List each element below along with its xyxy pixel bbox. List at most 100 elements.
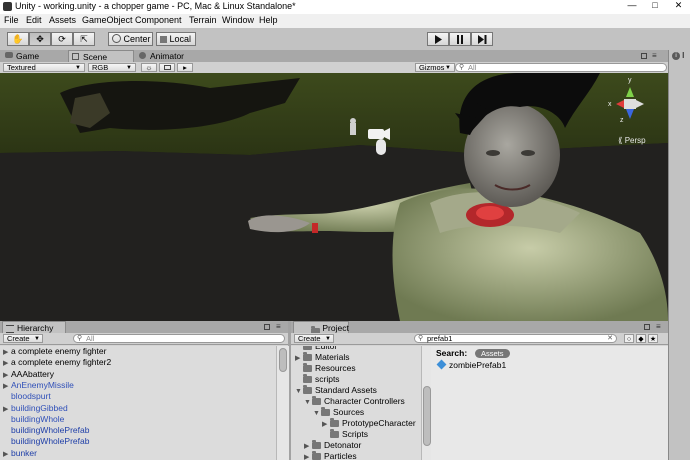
hierarchy-item[interactable]: ▶ AnEnemyMissile <box>3 380 74 391</box>
pause-button[interactable] <box>449 32 471 46</box>
audio-toggle[interactable]: ▸ <box>177 63 193 72</box>
gizmos-dropdown[interactable]: Gizmos ▼ <box>415 63 455 72</box>
close-button[interactable]: ✕ <box>667 0 690 13</box>
scene-tab-bar: Game Scene Animator ≡ <box>0 50 668 62</box>
project-folder-item[interactable]: scripts <box>295 374 340 385</box>
hierarchy-scrollbar[interactable] <box>276 346 289 460</box>
unity-logo-icon <box>3 2 12 11</box>
project-folder-item[interactable]: Scripts <box>322 429 368 440</box>
expand-arrow-icon[interactable]: ▶ <box>304 452 312 460</box>
hierarchy-create-dropdown[interactable]: Create ▼ <box>3 334 43 343</box>
lock-icon[interactable] <box>264 324 270 330</box>
scale-tool-button[interactable]: ⇱ <box>73 32 95 46</box>
pivot-icon <box>112 34 121 43</box>
tab-animator-label: Animator <box>150 51 185 61</box>
hierarchy-item[interactable]: ▶ bunker <box>3 448 37 459</box>
project-folder-item[interactable]: Resources <box>295 363 356 374</box>
menu-terrain[interactable]: Terrain <box>189 15 217 25</box>
hierarchy-item-label: a complete enemy fighter <box>11 346 107 356</box>
step-button[interactable] <box>471 32 493 46</box>
filter-by-label-icon[interactable]: ◆ <box>636 334 646 343</box>
menu-help[interactable]: Help <box>259 15 278 25</box>
tab-inspector[interactable]: I <box>682 50 684 60</box>
menu-edit[interactable]: Edit <box>26 15 42 25</box>
hierarchy-item[interactable]: buildingWholePrefab <box>3 425 89 436</box>
render-mode-label: Textured <box>7 63 36 72</box>
hierarchy-search-input[interactable]: ⚲ All <box>73 334 285 343</box>
hierarchy-item-label: bloodspurt <box>11 391 51 402</box>
menu-file[interactable]: File <box>4 15 19 25</box>
hand-tool-button[interactable]: ✋ <box>7 32 29 46</box>
play-button[interactable] <box>427 32 449 46</box>
image-toggle[interactable] <box>159 63 175 72</box>
menu-component[interactable]: Component <box>135 15 182 25</box>
rotate-tool-button[interactable]: ⟳ <box>51 32 73 46</box>
lock-icon[interactable] <box>644 324 650 330</box>
dropdown-arrow-icon: ▼ <box>445 65 451 71</box>
orientation-gizmo[interactable]: y x z <box>606 77 654 129</box>
scene-view[interactable]: y x z ⟪ Persp <box>0 73 668 321</box>
project-folder-item[interactable]: ▼ Standard Assets <box>295 385 377 396</box>
project-tab-bar: Project ≡ <box>291 321 668 335</box>
hierarchy-scroll-thumb[interactable] <box>279 348 287 372</box>
expand-arrow-icon[interactable]: ▶ <box>3 449 11 460</box>
clear-search-icon[interactable]: ✕ <box>607 335 613 342</box>
pivot-center-toggle[interactable]: Center <box>108 32 153 46</box>
hierarchy-item[interactable]: ▶ a complete enemy fighter <box>3 346 106 357</box>
tab-game[interactable]: Game <box>2 50 66 62</box>
axis-z-label: z <box>620 117 624 124</box>
project-folder-label: Particles <box>324 451 357 460</box>
panel-options-icon[interactable]: ≡ <box>276 323 281 331</box>
tab-project[interactable]: Project <box>293 321 349 335</box>
expand-arrow-icon[interactable]: ▼ <box>295 386 303 397</box>
hierarchy-item[interactable]: ▶ buildingGibbed <box>3 403 68 414</box>
axis-y-label: y <box>628 77 632 84</box>
project-result-item[interactable]: zombiePrefab1 <box>436 359 506 371</box>
panel-options-icon[interactable]: ≡ <box>656 323 661 331</box>
hierarchy-item[interactable]: buildingWholePrefab <box>3 436 89 447</box>
save-search-star-icon[interactable]: ★ <box>648 334 658 343</box>
main-toolbar: ✋ ✥ ⟳ ⇱ Center Local <box>0 28 690 51</box>
project-folder-item[interactable]: ▶ PrototypeCharacter <box>322 418 416 429</box>
inspector-panel: i I <box>668 50 690 460</box>
project-tree-scroll-thumb[interactable] <box>423 386 431 446</box>
project-folder-item[interactable]: ▼ Character Controllers <box>304 396 405 407</box>
color-mode-dropdown[interactable]: RGB ▼ <box>88 63 136 72</box>
hierarchy-item[interactable]: bloodspurt <box>3 391 51 402</box>
hierarchy-item[interactable]: buildingWhole <box>3 414 64 425</box>
expand-arrow-icon[interactable]: ▼ <box>304 397 312 408</box>
menu-gameobject[interactable]: GameObject <box>82 15 133 25</box>
tab-hierarchy[interactable]: Hierarchy <box>2 321 66 333</box>
render-mode-dropdown[interactable]: Textured ▼ <box>3 63 85 72</box>
filter-by-type-icon[interactable]: ○ <box>624 334 634 343</box>
hierarchy-item[interactable]: ▶ AAAbattery <box>3 369 54 380</box>
project-folder-item[interactable]: ▼ Sources <box>313 407 364 418</box>
lighting-toggle[interactable]: ☼ <box>141 63 157 72</box>
menu-window[interactable]: Window <box>222 15 254 25</box>
dropdown-arrow-icon: ▼ <box>34 336 40 342</box>
hierarchy-list-icon <box>6 325 14 333</box>
tab-scene[interactable]: Scene <box>68 50 134 62</box>
project-folder-item[interactable]: ▶ Detonator <box>304 440 361 451</box>
lock-icon[interactable] <box>641 53 647 59</box>
space-local-toggle[interactable]: Local <box>156 32 196 46</box>
maximize-button[interactable]: □ <box>644 0 666 13</box>
folder-icon <box>303 352 312 361</box>
menu-assets[interactable]: Assets <box>49 15 76 25</box>
minimize-button[interactable]: — <box>621 0 643 13</box>
search-scope-assets[interactable]: Assets <box>475 349 510 358</box>
panel-options-icon[interactable]: ≡ <box>652 52 662 60</box>
project-folder-item[interactable]: ▶ Particles <box>304 451 357 460</box>
move-tool-button[interactable]: ✥ <box>29 32 51 46</box>
folder-icon <box>312 396 321 405</box>
hierarchy-item-label: buildingWholePrefab <box>11 425 90 436</box>
hierarchy-item[interactable]: ▶ a complete enemy fighter2 <box>3 357 111 368</box>
project-create-dropdown[interactable]: Create ▼ <box>294 334 334 343</box>
tab-animator[interactable]: Animator <box>136 50 206 62</box>
expand-arrow-icon[interactable]: ▼ <box>313 408 321 419</box>
scene-search-input[interactable]: ⚲ All <box>455 63 667 72</box>
project-folder-tree: Editor ▶ Materials Resources scripts ▼ Standar… <box>291 346 421 460</box>
project-search-input[interactable]: ⚲ prefab1 ✕ <box>414 334 617 343</box>
project-folder-item[interactable]: ▶ Materials <box>295 352 349 363</box>
projection-label[interactable]: ⟪ Persp <box>618 136 646 145</box>
